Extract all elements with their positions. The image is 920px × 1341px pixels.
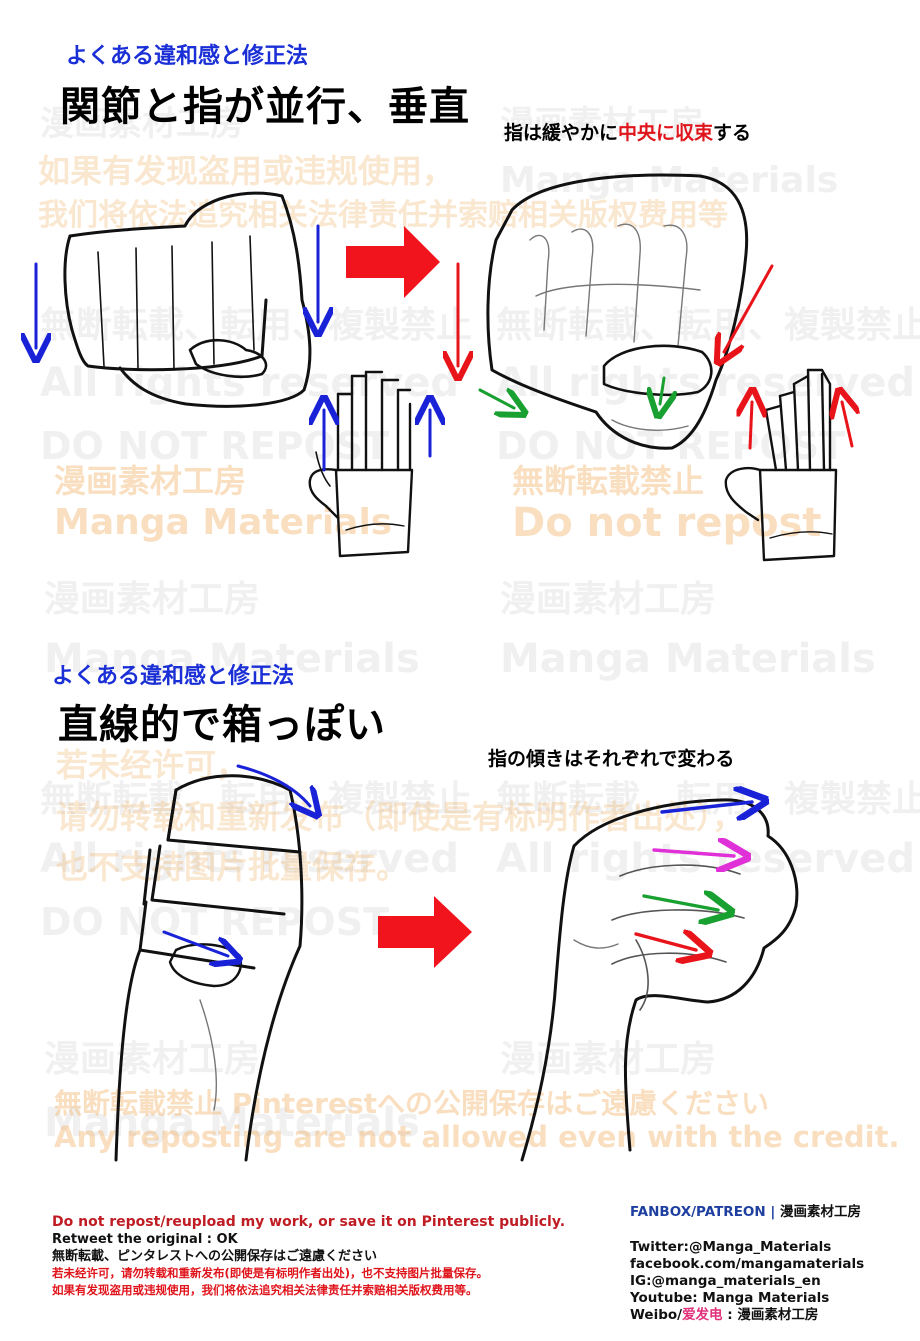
- fanbox-separator: |: [765, 1204, 781, 1220]
- fanbox-name: 漫画素材工房: [780, 1204, 862, 1220]
- fanbox-link[interactable]: FANBOX/PATREON: [630, 1204, 766, 1220]
- big-red-arrow-2: [378, 896, 472, 968]
- footer-fanbox: FANBOX/PATREON | 漫画素材工房: [630, 1204, 864, 1221]
- youtube-link[interactable]: Youtube: Manga Materials: [630, 1290, 864, 1307]
- fist-drawing-wrong-1: [63, 191, 312, 408]
- fist-drawing-wrong-2: [114, 774, 304, 1162]
- footer-line-cn2: 如果有发现盗用或违规使用，我们将依法追究相关法律责任并索赔相关版权费用等。: [52, 1283, 478, 1297]
- colored-arrows-finger-tilt: [634, 802, 752, 950]
- aifadian-link[interactable]: 爱发电: [682, 1307, 723, 1323]
- footer-line-repost: Do not repost/reupload my work, or save …: [52, 1214, 566, 1230]
- facebook-link[interactable]: facebook.com/mangamaterials: [630, 1256, 864, 1273]
- footer-line-retweet: Retweet the original : OK: [52, 1232, 238, 1247]
- weibo-line: Weibo/爱发电 : 漫画素材工房: [630, 1307, 864, 1324]
- blue-arrows-box: [162, 764, 310, 956]
- red-arrows-converging: [458, 262, 852, 450]
- hand-diagram-correct-1: [724, 368, 838, 562]
- fist-drawing-correct-1: [486, 173, 749, 450]
- instagram-link[interactable]: IG:@manga_materials_en: [630, 1273, 864, 1290]
- footer-disclaimer: Do not repost/reupload my work, or save …: [52, 1214, 622, 1299]
- twitter-link[interactable]: Twitter:@Manga_Materials: [630, 1239, 864, 1256]
- illustration-layer: [0, 173, 920, 1162]
- weibo-link[interactable]: Weibo/: [630, 1307, 682, 1323]
- footer-social: FANBOX/PATREON | 漫画素材工房 Twitter:@Manga_M…: [630, 1204, 864, 1324]
- footer-line-cn1: 若未经许可，请勿转载和重新发布(即使是有标明作者出处)，也不支持图片批量保存。: [52, 1266, 489, 1280]
- big-red-arrow-1: [346, 226, 440, 298]
- weibo-name: : 漫画素材工房: [722, 1307, 819, 1323]
- footer-line-jp: 無断転載、ピンタレストへの公開保存はご遠慮ください: [52, 1249, 378, 1264]
- fist-drawing-correct-2: [520, 798, 799, 1162]
- footer-spacer: [630, 1221, 864, 1239]
